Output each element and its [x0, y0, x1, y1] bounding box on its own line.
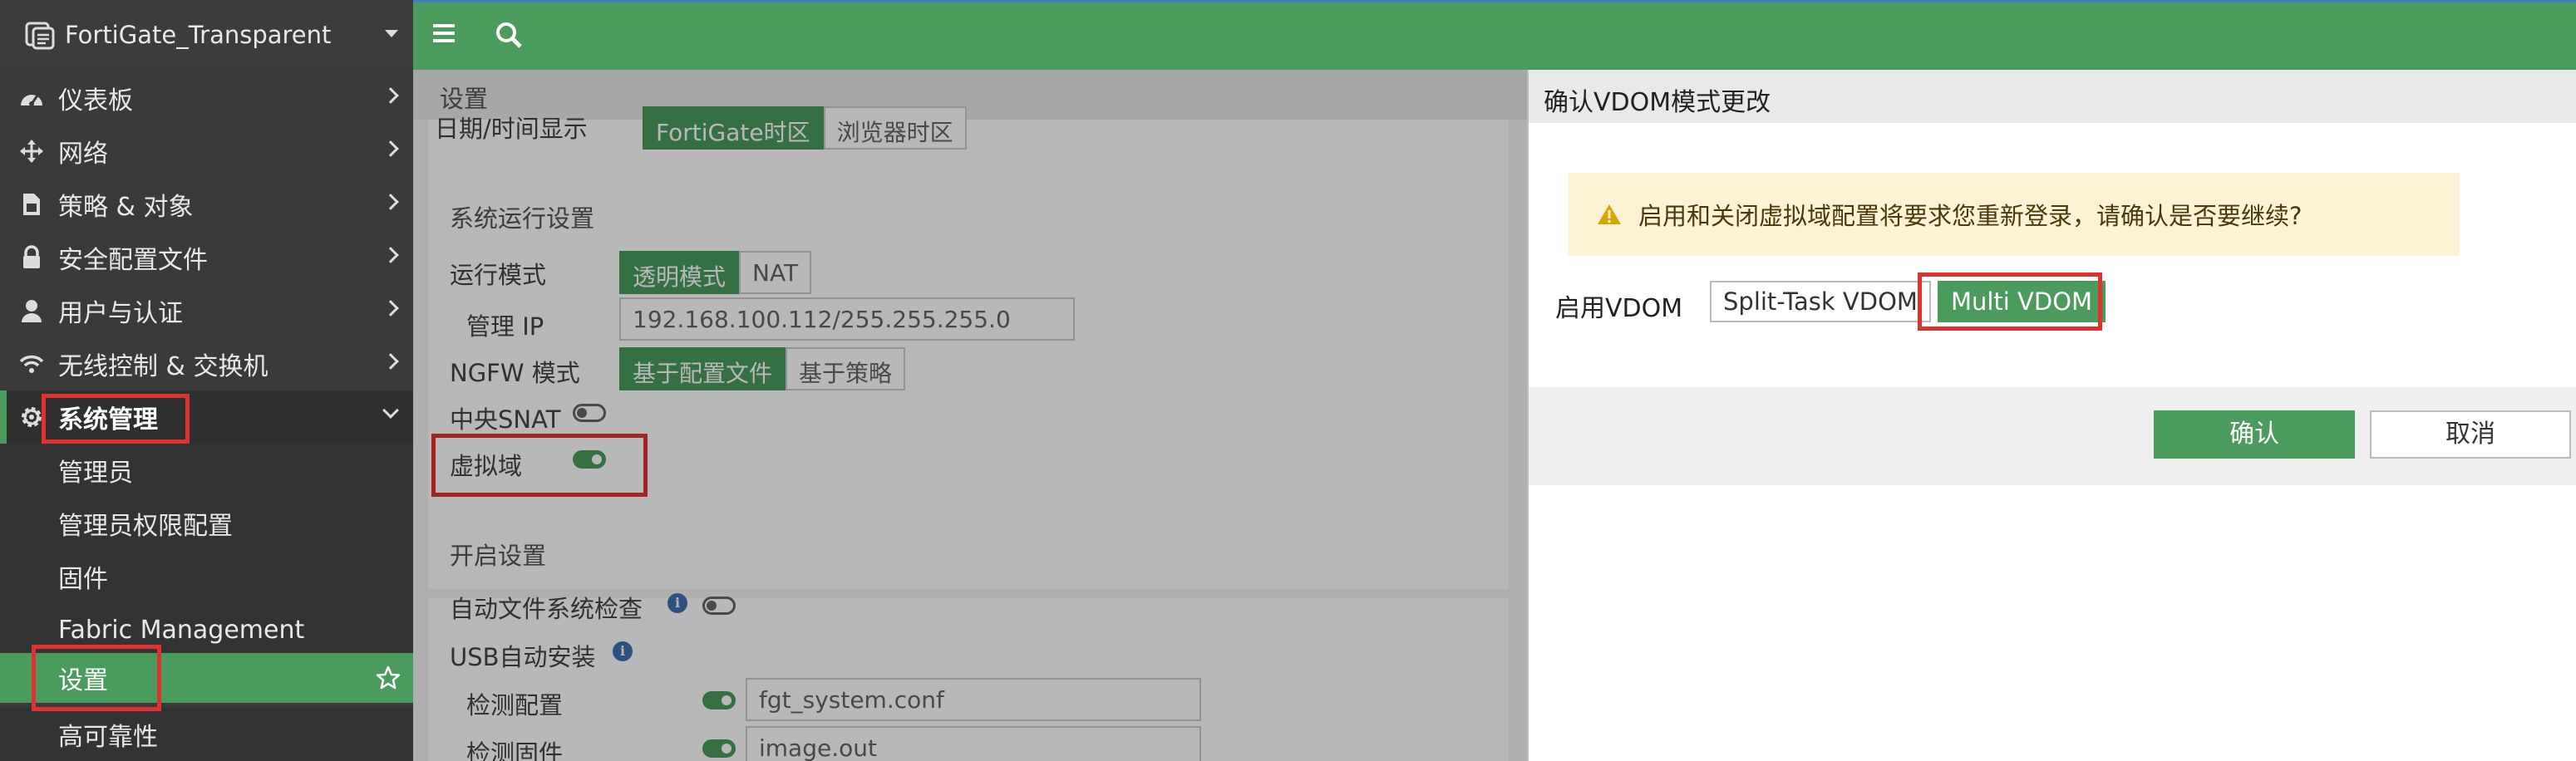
vdom-mode-dialog: 确认VDOM模式更改 启用和关闭虚拟域配置将要求您重新登录，请确认是否要继续? … — [1527, 70, 2576, 761]
sidebar-item-label: 仪表板 — [58, 86, 133, 115]
highlight-box-settings — [32, 645, 161, 711]
cancel-button[interactable]: 取消 — [2370, 410, 2571, 459]
device-name: FortiGate_Transparent — [65, 21, 332, 49]
chevron-right-icon — [382, 247, 399, 263]
warning-banner: 启用和关闭虚拟域配置将要求您重新登录，请确认是否要继续? — [1569, 173, 2460, 256]
warning-text: 启用和关闭虚拟域配置将要求您重新登录，请确认是否要继续? — [1638, 202, 2303, 230]
chevron-right-icon — [382, 87, 399, 104]
enable-vdom-label: 启用VDOM — [1555, 294, 1683, 323]
sidebar-item-label: 网络 — [58, 140, 108, 169]
network-move-icon — [17, 139, 47, 164]
chevron-down-icon[interactable] — [385, 30, 398, 37]
dialog-title-bar: 确认VDOM模式更改 — [1529, 70, 2576, 123]
sidebar-item-label: 用户与认证 — [58, 299, 183, 328]
sidebar-item-label: 无线控制 & 交换机 — [58, 352, 268, 381]
option-split-task-vdom[interactable]: Split-Task VDOM — [1710, 281, 1931, 322]
hamburger-menu-icon[interactable] — [431, 21, 456, 49]
search-icon[interactable] — [495, 21, 523, 52]
sidebar-subitem-label: Fabric Management — [58, 615, 305, 645]
modal-overlay — [413, 70, 1527, 761]
sidebar-subitem-firmware[interactable]: 固件 — [0, 550, 413, 603]
sidebar-item-user-auth[interactable]: 用户与认证 — [0, 284, 413, 337]
dashboard-icon — [17, 87, 47, 109]
confirm-button[interactable]: 确认 — [2154, 410, 2355, 459]
sidebar-item-network[interactable]: 网络 — [0, 125, 413, 178]
chevron-right-icon — [382, 353, 399, 370]
device-selector[interactable]: FortiGate_Transparent — [0, 0, 413, 70]
chevron-right-icon — [382, 140, 399, 157]
sidebar: FortiGate_Transparent 仪表板 网络 策略 & 对象 安全配… — [0, 0, 413, 761]
sidebar-item-label: 安全配置文件 — [58, 246, 208, 275]
user-icon — [17, 298, 47, 323]
dialog-footer: 确认 取消 — [1529, 387, 2576, 485]
sidebar-item-dashboard[interactable]: 仪表板 — [0, 71, 413, 125]
sidebar-subitem-label: 高可靠性 — [58, 723, 158, 752]
policy-doc-icon — [17, 192, 47, 217]
sidebar-subitem-admins[interactable]: 管理员 — [0, 444, 413, 497]
dialog-title: 确认VDOM模式更改 — [1544, 88, 1771, 117]
highlight-box-multi-vdom — [1918, 272, 2102, 331]
sidebar-item-policy-objects[interactable]: 策略 & 对象 — [0, 178, 413, 231]
sidebar-subitem-ha[interactable]: 高可靠性 — [0, 708, 413, 761]
sidebar-item-wireless-switch[interactable]: 无线控制 & 交换机 — [0, 337, 413, 390]
sidebar-item-security-profiles[interactable]: 安全配置文件 — [0, 231, 413, 284]
sidebar-subitem-label: 固件 — [58, 565, 108, 594]
sidebar-item-label: 策略 & 对象 — [58, 193, 194, 222]
lock-icon — [17, 245, 47, 270]
star-icon[interactable] — [375, 665, 401, 698]
chevron-right-icon — [382, 300, 399, 317]
chevron-down-icon — [382, 402, 399, 419]
wifi-icon — [17, 353, 47, 375]
fortigate-logo-icon — [25, 22, 55, 50]
highlight-box-system — [42, 394, 190, 444]
sidebar-subitem-admin-profiles[interactable]: 管理员权限配置 — [0, 497, 413, 550]
top-bar — [413, 0, 2576, 70]
warning-icon — [1598, 204, 1621, 224]
sidebar-subitem-label: 管理员权限配置 — [58, 512, 233, 541]
sidebar-subitem-label: 管理员 — [58, 459, 133, 488]
chevron-right-icon — [382, 194, 399, 210]
